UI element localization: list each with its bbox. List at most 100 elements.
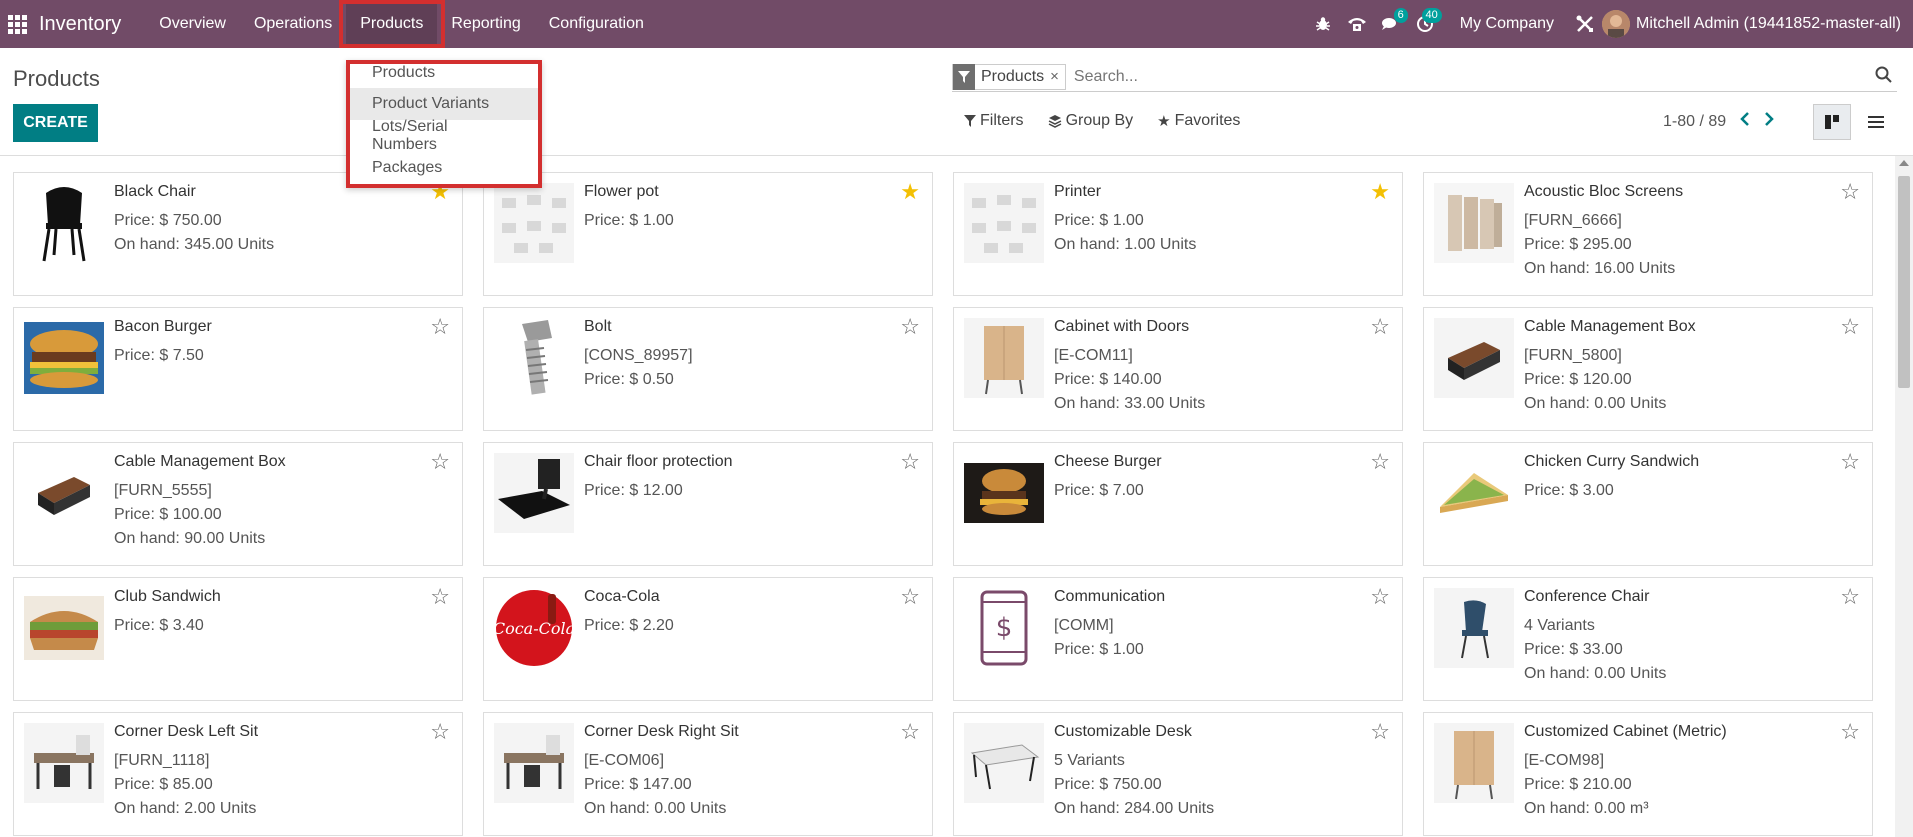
filter-funnel-icon (964, 115, 976, 127)
favorite-star-icon[interactable]: ☆ (430, 316, 450, 338)
product-detail: On hand: 345.00 Units (114, 236, 275, 253)
product-card[interactable]: Club Sandwich Price: $ 3.40 ☆ (13, 577, 463, 701)
favorite-star-icon[interactable]: ☆ (430, 721, 450, 743)
printer-image (964, 183, 1044, 263)
product-card[interactable]: Conference Chair 4 Variants Price: $ 33.00… (1423, 577, 1873, 701)
favorite-star-icon[interactable]: ☆ (1840, 586, 1860, 608)
product-detail: On hand: 0.00 Units (1524, 395, 1667, 412)
favorites-button[interactable]: ★ Favorites (1157, 112, 1240, 130)
svg-text:$: $ (996, 613, 1013, 643)
tools-icon[interactable] (1568, 0, 1602, 48)
product-card[interactable]: Printer Price: $ 1.00 On hand: 1.00 Units ★ (953, 172, 1403, 296)
page-title: Products (13, 66, 100, 91)
product-detail: Price: $ 85.00 (114, 776, 213, 793)
product-card[interactable]: Acoustic Bloc Screens [FURN_6666] Price: $… (1423, 172, 1873, 296)
product-card[interactable]: Chicken Curry Sandwich Price: $ 3.00 ☆ (1423, 442, 1873, 566)
product-info: Corner Desk Left Sit [FURN_1118] Price: $ … (114, 723, 422, 821)
product-card[interactable]: Customizable Desk 5 Variants Price: $ 750.… (953, 712, 1403, 836)
cabinet-image (964, 318, 1044, 398)
favorite-star-icon[interactable]: ☆ (1370, 586, 1390, 608)
product-card[interactable]: Black Chair Price: $ 750.00 On hand: 345.0… (13, 172, 463, 296)
favorite-star-icon[interactable]: ☆ (1370, 316, 1390, 338)
phone-icon[interactable] (1340, 0, 1374, 48)
company-switcher[interactable]: My Company (1460, 15, 1554, 33)
product-card[interactable]: Cheese Burger Price: $ 7.00 ☆ (953, 442, 1403, 566)
product-card[interactable]: Customized Cabinet (Metric) [E-COM98] Pric… (1423, 712, 1873, 836)
dropdown-item-packages[interactable]: Packages (350, 152, 538, 184)
product-card[interactable]: $ Communication [COMM] Price: $ 1.00 ☆ (953, 577, 1403, 701)
product-card[interactable]: Corner Desk Right Sit [E-COM06] Price: $ 1… (483, 712, 933, 836)
apps-menu-icon[interactable] (0, 0, 34, 48)
pager-previous-icon[interactable] (1740, 112, 1750, 131)
search-input[interactable] (1073, 67, 1897, 86)
activities-clock-icon[interactable]: 40 (1408, 0, 1442, 48)
product-info: Cable Management Box [FURN_5800] Price: $ … (1524, 318, 1832, 416)
menu-operations[interactable]: Operations (240, 0, 346, 48)
product-detail: Price: $ 7.00 (1054, 482, 1144, 499)
product-card[interactable]: Bacon Burger Price: $ 7.50 ☆ (13, 307, 463, 431)
control-panel: Products CREATE Products × Filters Group… (0, 48, 1913, 156)
bolt-image (494, 318, 574, 398)
product-info: Customized Cabinet (Metric) [E-COM98] Pric… (1524, 723, 1832, 821)
filters-button[interactable]: Filters (964, 112, 1024, 130)
dropdown-item-products[interactable]: Products (350, 64, 538, 88)
menu-configuration[interactable]: Configuration (535, 0, 658, 48)
product-card[interactable]: Cable Management Box [FURN_5800] Price: $ … (1423, 307, 1873, 431)
product-card[interactable]: Flower pot Price: $ 1.00 ★ (483, 172, 933, 296)
pager-next-icon[interactable] (1764, 112, 1774, 131)
kanban-view-icon[interactable] (1813, 104, 1851, 140)
product-card[interactable]: Cable Management Box [FURN_5555] Price: $ … (13, 442, 463, 566)
product-detail: On hand: 90.00 Units (114, 530, 266, 547)
product-name: Communication (1054, 588, 1166, 605)
menu-products[interactable]: Products (346, 0, 438, 48)
search-icon[interactable] (1875, 66, 1893, 89)
favorite-star-icon[interactable]: ☆ (430, 451, 450, 473)
user-menu[interactable]: Mitchell Admin (19441852-master-all) (1602, 10, 1901, 38)
favorite-star-icon[interactable]: ☆ (1840, 181, 1860, 203)
list-view-icon[interactable] (1857, 104, 1895, 140)
favorite-star-icon[interactable]: ☆ (900, 316, 920, 338)
app-name[interactable]: Inventory (39, 13, 121, 36)
activities-badge: 40 (1421, 8, 1442, 23)
product-detail: [E-COM06] (584, 752, 665, 769)
coca-cola-image: Coca-Cola (494, 588, 574, 668)
favorite-star-icon[interactable]: ☆ (1840, 316, 1860, 338)
favorite-star-icon[interactable]: ☆ (900, 721, 920, 743)
favorite-star-icon[interactable]: ★ (1370, 181, 1390, 203)
scrollbar[interactable] (1895, 156, 1913, 837)
product-card[interactable]: Bolt [CONS_89957] Price: $ 0.50 ☆ (483, 307, 933, 431)
product-name: Corner Desk Left Sit (114, 723, 259, 740)
favorite-star-icon[interactable]: ☆ (1840, 721, 1860, 743)
group-by-button[interactable]: Group By (1048, 112, 1133, 130)
cable-box-image (24, 453, 104, 533)
product-name: Customizable Desk (1054, 723, 1192, 740)
product-name: Printer (1054, 183, 1102, 200)
menu-overview[interactable]: Overview (145, 0, 240, 48)
cabinet-image (1434, 723, 1514, 803)
dropdown-item-lots-serial-numbers[interactable]: Lots/Serial Numbers (350, 118, 538, 153)
favorite-star-icon[interactable]: ☆ (900, 586, 920, 608)
dropdown-item-product-variants[interactable]: Product Variants (350, 88, 538, 120)
product-card[interactable]: Coca-Cola Coca-Cola Price: $ 2.20 ☆ (483, 577, 933, 701)
scroll-thumb[interactable] (1898, 176, 1910, 388)
avatar (1602, 10, 1630, 38)
product-card[interactable]: Cabinet with Doors [E-COM11] Price: $ 140.… (953, 307, 1403, 431)
product-detail: [CONS_89957] (584, 347, 693, 364)
debug-bug-icon[interactable] (1306, 0, 1340, 48)
product-card[interactable]: Corner Desk Left Sit [FURN_1118] Price: $ … (13, 712, 463, 836)
product-info: Cabinet with Doors [E-COM11] Price: $ 140.… (1054, 318, 1362, 416)
menu-reporting[interactable]: Reporting (437, 0, 534, 48)
favorite-star-icon[interactable]: ☆ (1370, 721, 1390, 743)
product-card[interactable]: Chair floor protection Price: $ 12.00 ☆ (483, 442, 933, 566)
favorite-star-icon[interactable]: ☆ (900, 451, 920, 473)
favorite-star-icon[interactable]: ☆ (430, 586, 450, 608)
create-button[interactable]: CREATE (13, 104, 98, 142)
facet-remove-icon[interactable]: × (1050, 68, 1065, 85)
favorite-star-icon[interactable]: ★ (900, 181, 920, 203)
favorite-star-icon[interactable]: ☆ (1840, 451, 1860, 473)
favorite-star-icon[interactable]: ☆ (1370, 451, 1390, 473)
product-detail: Price: $ 1.00 (1054, 212, 1144, 229)
messages-icon[interactable]: 6 (1374, 0, 1408, 48)
pager-value[interactable]: 1-80 / 89 (1663, 113, 1726, 131)
scroll-up-icon[interactable] (1899, 160, 1909, 166)
